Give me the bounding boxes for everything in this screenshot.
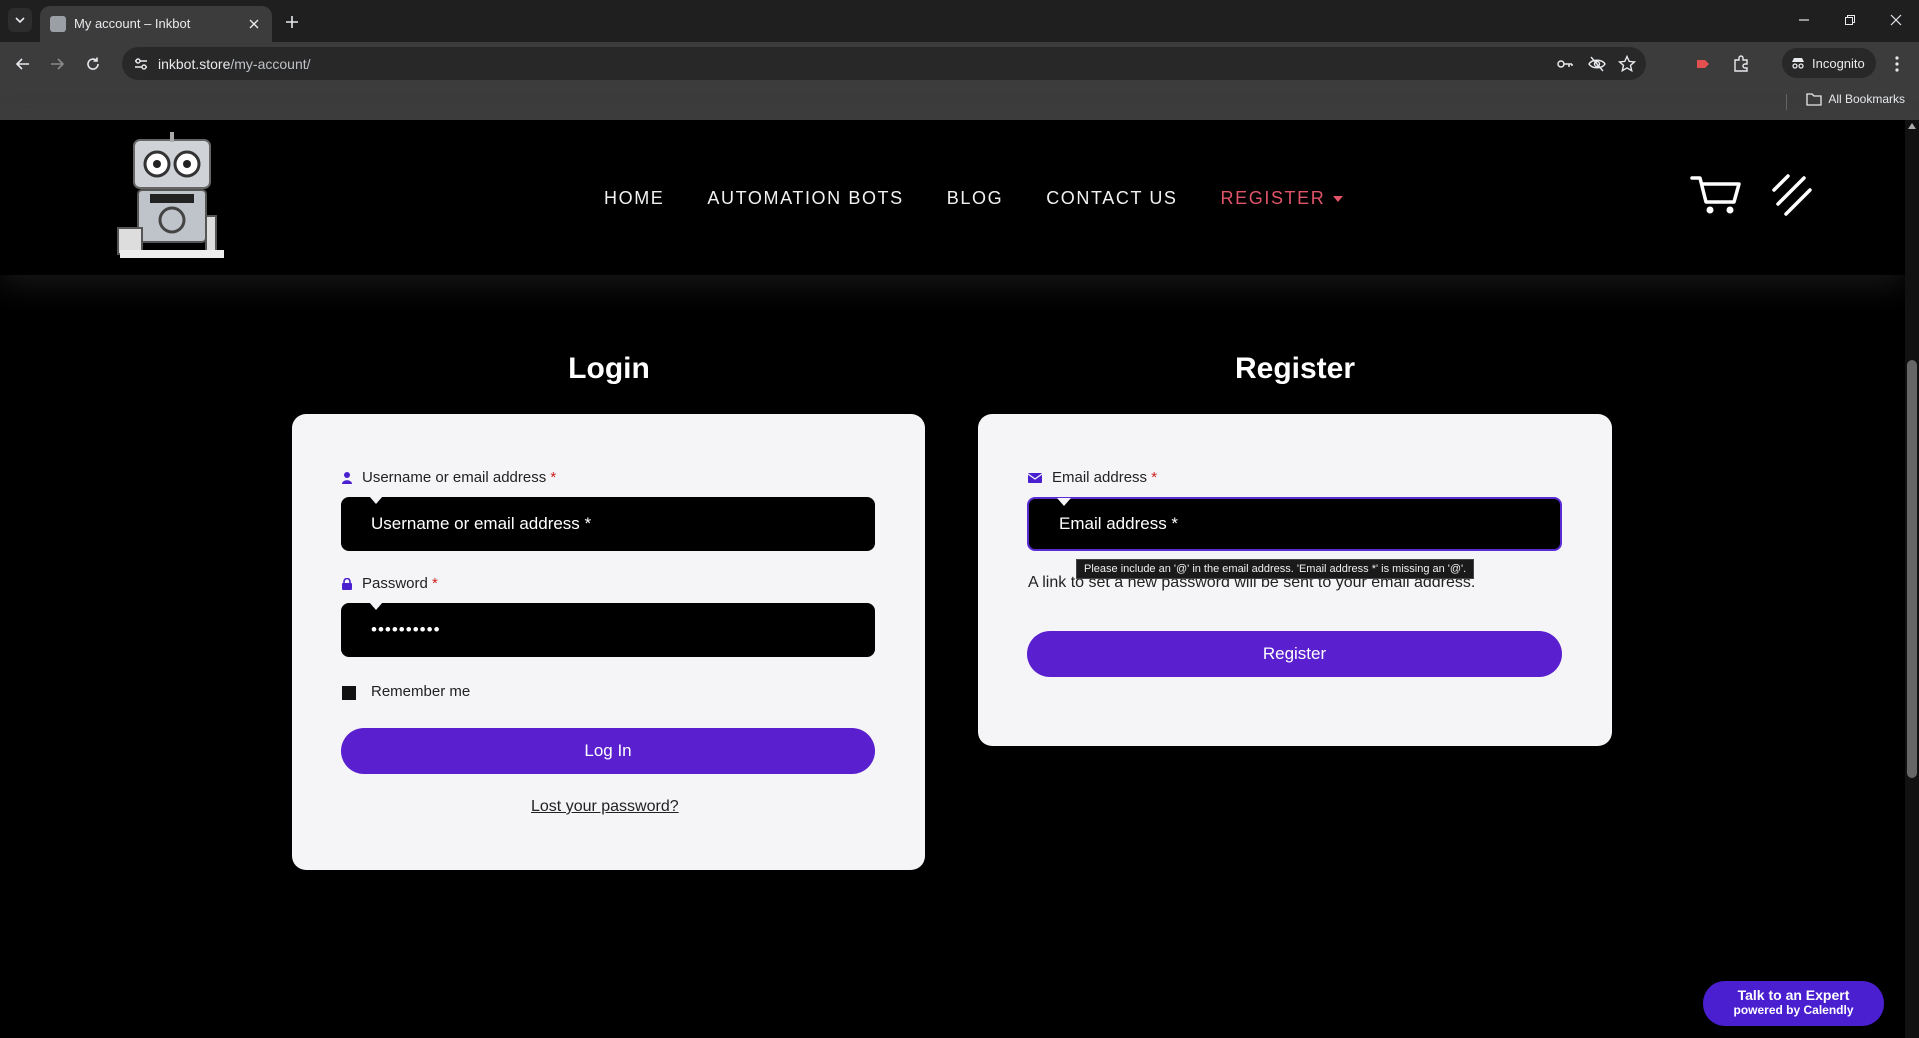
cart-icon[interactable]	[1690, 172, 1742, 216]
minimize-button[interactable]	[1790, 8, 1818, 32]
register-card: Email address * Email address * A link t…	[978, 414, 1612, 746]
required-mark: *	[550, 469, 557, 486]
nav-contact-us[interactable]: CONTACT US	[1046, 188, 1177, 209]
forward-button[interactable]	[44, 51, 70, 77]
lost-password-link[interactable]: Lost your password?	[531, 798, 679, 816]
username-label: Username or email address *	[342, 469, 556, 486]
record-extension-icon	[1697, 60, 1709, 68]
main-navigation: HOME AUTOMATION BOTS BLOG CONTACT US REG…	[604, 188, 1386, 209]
arrow-right-icon	[51, 58, 65, 70]
log-in-button[interactable]: Log In	[341, 728, 875, 774]
reload-button[interactable]	[80, 51, 106, 77]
close-tab-button[interactable]	[244, 14, 264, 34]
nav-register[interactable]: REGISTER	[1221, 188, 1344, 209]
user-icon	[342, 471, 352, 484]
register-title: Register	[1234, 352, 1356, 385]
incognito-label: Incognito	[1812, 55, 1865, 71]
star-icon	[1618, 55, 1636, 73]
restore-icon	[1845, 15, 1855, 25]
scrollbar-thumb[interactable]	[1907, 360, 1917, 778]
browser-tab-bar: My account – Inkbot	[0, 0, 1919, 42]
password-value: ••••••••••	[371, 620, 441, 639]
eye-off-icon	[1588, 56, 1606, 72]
chevron-down-icon	[15, 17, 25, 24]
kebab-menu-icon	[1895, 56, 1899, 72]
tab-title: My account – Inkbot	[74, 16, 191, 31]
email-label-text: Email address	[1052, 469, 1148, 486]
key-icon	[1557, 60, 1573, 68]
scroll-up-arrow-icon[interactable]	[1908, 123, 1916, 129]
calendly-badge[interactable]: Talk to an Expert powered by Calendly	[1703, 981, 1884, 1026]
reload-icon	[87, 57, 99, 70]
browser-toolbar: inkbot.store/my-account/ Incognito	[0, 42, 1919, 84]
tab-search-button[interactable]	[8, 8, 32, 32]
url-text: inkbot.store/my-account/	[158, 56, 311, 72]
email-placeholder: Email address *	[1059, 514, 1179, 533]
site-settings-button[interactable]	[130, 53, 152, 75]
extension-button[interactable]	[1690, 51, 1716, 77]
site-header: HOME AUTOMATION BOTS BLOG CONTACT US REG…	[0, 120, 1905, 275]
label-pointer	[369, 602, 383, 610]
nav-automation-bots[interactable]: AUTOMATION BOTS	[707, 188, 903, 209]
browser-menu-button[interactable]	[1884, 51, 1910, 77]
menu-toggle-icon[interactable]	[1770, 172, 1814, 216]
remember-me-checkbox[interactable]	[342, 686, 356, 700]
register-email-input[interactable]: Email address *	[1027, 497, 1562, 551]
password-input[interactable]: ••••••••••	[341, 602, 875, 657]
tune-icon	[135, 58, 147, 70]
back-button[interactable]	[10, 51, 36, 77]
folder-icon	[1806, 93, 1822, 106]
incognito-icon	[1792, 58, 1804, 69]
nav-home[interactable]: HOME	[604, 188, 664, 209]
bookmarks-bar: All Bookmarks	[0, 84, 1919, 120]
page-scrollbar[interactable]	[1905, 120, 1919, 1038]
bookmarks-separator	[1786, 94, 1787, 110]
calendly-line1: Talk to an Expert	[1737, 987, 1850, 1003]
tracking-protection-button[interactable]	[1586, 53, 1608, 75]
caret-down-icon	[1333, 195, 1344, 202]
all-bookmarks-button[interactable]: All Bookmarks	[1806, 92, 1905, 106]
label-pointer	[1057, 498, 1071, 506]
username-label-text: Username or email address	[362, 469, 547, 486]
minimize-icon	[1799, 19, 1809, 21]
login-title: Login	[568, 352, 650, 385]
page-viewport: HOME AUTOMATION BOTS BLOG CONTACT US REG…	[0, 120, 1919, 1038]
password-key-button[interactable]	[1554, 53, 1576, 75]
lock-icon	[342, 577, 352, 590]
new-tab-button[interactable]	[280, 10, 304, 34]
nav-register-label: REGISTER	[1220, 188, 1326, 208]
plus-icon	[286, 16, 298, 28]
address-bar[interactable]: inkbot.store/my-account/	[122, 47, 1646, 80]
password-label-text: Password	[362, 575, 428, 592]
close-window-button[interactable]	[1882, 8, 1910, 32]
required-mark: *	[1151, 469, 1158, 486]
restore-button[interactable]	[1836, 8, 1864, 32]
close-icon	[249, 19, 259, 29]
envelope-icon	[1028, 472, 1042, 483]
close-icon	[1890, 14, 1902, 26]
nav-blog[interactable]: BLOG	[947, 188, 1003, 209]
email-label: Email address *	[1028, 469, 1157, 486]
url-path: /my-account/	[230, 56, 311, 72]
extensions-menu-button[interactable]	[1728, 51, 1754, 77]
inkbot-logo[interactable]	[112, 132, 232, 262]
login-card: Username or email address * Username or …	[292, 414, 925, 870]
validation-tooltip: Please include an '@' in the email addre…	[1076, 559, 1475, 579]
bookmark-star-button[interactable]	[1616, 53, 1638, 75]
remember-me-label[interactable]: Remember me	[371, 683, 470, 700]
password-label: Password *	[342, 575, 438, 592]
label-pointer	[369, 496, 383, 504]
puzzle-icon	[1734, 55, 1748, 72]
incognito-indicator[interactable]: Incognito	[1782, 48, 1876, 78]
username-placeholder: Username or email address *	[371, 514, 592, 533]
calendly-line2: powered by Calendly	[1733, 1003, 1854, 1017]
register-button[interactable]: Register	[1027, 631, 1562, 677]
required-mark: *	[432, 575, 438, 592]
site-favicon-icon	[50, 16, 66, 32]
browser-tab[interactable]: My account – Inkbot	[40, 6, 272, 42]
arrow-left-icon	[15, 58, 29, 70]
username-input[interactable]: Username or email address *	[341, 496, 875, 551]
url-host: inkbot.store	[158, 56, 231, 72]
all-bookmarks-label: All Bookmarks	[1828, 92, 1905, 106]
